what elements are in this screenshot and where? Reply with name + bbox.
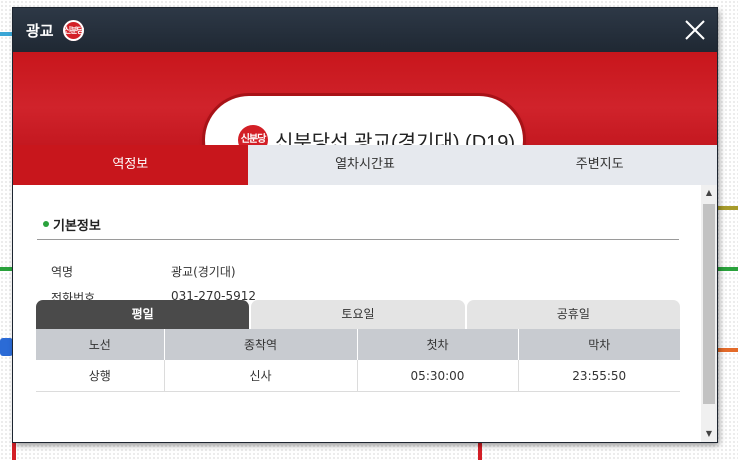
- map-line-segment: [717, 267, 738, 271]
- map-line-segment: [0, 32, 13, 36]
- map-line-segment: [0, 338, 13, 356]
- station-info-popup: 광교 신분당 신분당 신분당선 광교(경기대) (D19) 역정보 열차시간표 …: [13, 8, 717, 442]
- section-title: 기본정보: [41, 215, 101, 234]
- table-header-row: 노선 종착역 첫차 막차: [36, 329, 680, 360]
- tab-holiday[interactable]: 공휴일: [466, 300, 680, 329]
- column-header: 종착역: [164, 329, 358, 360]
- timetable-table: 노선 종착역 첫차 막차 상행 신사 05:30:00 23:55:50: [36, 329, 680, 392]
- map-line-segment: [717, 206, 738, 210]
- day-tabs: 평일 토요일 공휴일: [36, 300, 680, 329]
- vertical-scrollbar[interactable]: ▲ ▼: [701, 185, 717, 442]
- tab-content: 기본정보 역명 광교(경기대) 전화번호 031-270-5912 평일 토요일…: [13, 185, 701, 442]
- station-banner: 신분당 신분당선 광교(경기대) (D19): [13, 52, 717, 184]
- popup-titlebar: 광교 신분당: [13, 8, 717, 52]
- map-line-segment: [717, 348, 738, 352]
- info-value-station-name: 광교(경기대): [171, 265, 236, 279]
- tab-timetable[interactable]: 열차시간표: [248, 145, 483, 185]
- line-logo-badge: 신분당: [63, 20, 84, 41]
- info-label-station-name: 역명: [51, 265, 74, 279]
- column-header: 첫차: [357, 329, 519, 360]
- main-tabs: 역정보 열차시간표 주변지도: [13, 145, 717, 185]
- scroll-up-arrow-icon[interactable]: ▲: [701, 185, 717, 201]
- map-line-segment: [0, 267, 13, 271]
- tab-weekday[interactable]: 평일: [36, 300, 250, 329]
- cell-last-train: 23:55:50: [518, 360, 680, 392]
- tab-saturday[interactable]: 토요일: [251, 300, 465, 329]
- close-icon: [685, 20, 705, 40]
- section-divider: [37, 239, 679, 240]
- scroll-down-arrow-icon[interactable]: ▼: [701, 426, 717, 442]
- cell-first-train: 05:30:00: [357, 360, 519, 392]
- scroll-thumb[interactable]: [703, 204, 715, 404]
- close-button[interactable]: [683, 18, 707, 42]
- table-row: 상행 신사 05:30:00 23:55:50: [36, 360, 680, 392]
- column-header: 노선: [36, 329, 165, 360]
- cell-direction: 상행: [36, 360, 165, 392]
- tab-nearby-map[interactable]: 주변지도: [482, 145, 717, 185]
- tab-station-info[interactable]: 역정보: [13, 145, 248, 185]
- section-title-text: 기본정보: [53, 219, 101, 234]
- map-line-segment: [12, 442, 16, 460]
- column-header: 막차: [518, 329, 680, 360]
- cell-terminal: 신사: [164, 360, 358, 392]
- popup-title: 광교: [26, 22, 54, 40]
- map-line-segment: [478, 442, 482, 460]
